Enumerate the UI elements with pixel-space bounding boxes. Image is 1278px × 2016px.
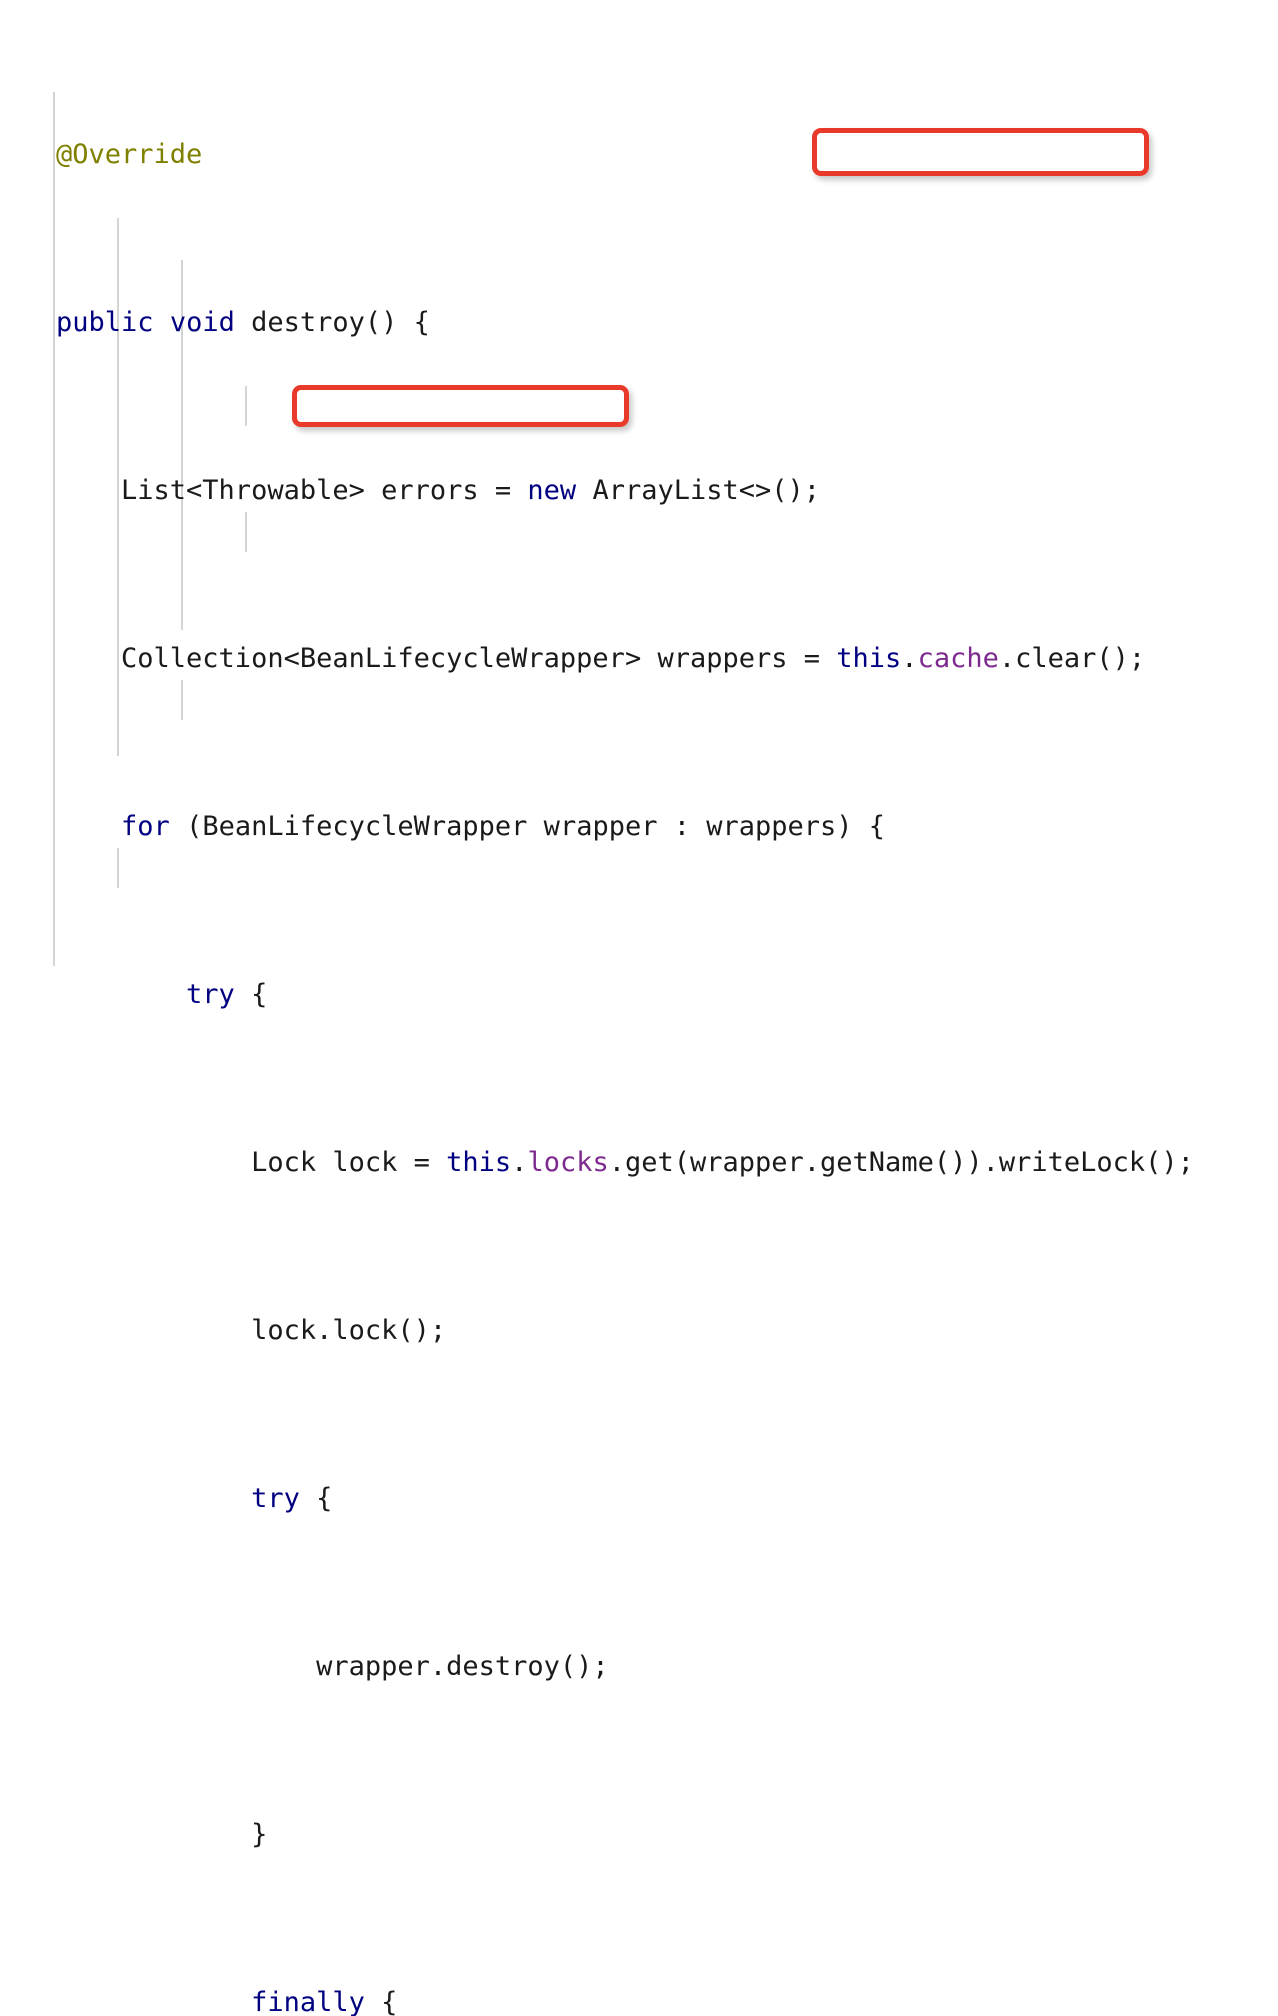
code-line-12: finally { xyxy=(56,1982,1194,2016)
try-outer-brace: { xyxy=(234,979,268,1010)
code-text-block: @Override public void destroy() { List<T… xyxy=(56,8,1194,2016)
keyword-void: void xyxy=(169,307,235,338)
call-clear: .clear(); xyxy=(998,643,1146,674)
keyword-finally: finally xyxy=(251,1987,365,2016)
field-locks: locks xyxy=(527,1147,609,1178)
indent-guide-level-1 xyxy=(53,92,55,966)
code-line-3: List<Throwable> errors = new ArrayList<>… xyxy=(56,470,1194,512)
try-inner-brace: { xyxy=(299,1483,333,1514)
closing-brace-try-inner: } xyxy=(56,1819,268,1850)
code-line-2: public void destroy() { xyxy=(56,302,1194,344)
annotation-override: @Override xyxy=(56,139,203,170)
finally-brace: { xyxy=(364,1987,398,2016)
code-line-4: Collection<BeanLifecycleWrapper> wrapper… xyxy=(56,638,1194,680)
for-loop-header: (BeanLifecycleWrapper wrapper : wrappers… xyxy=(169,811,886,842)
code-line-11: } xyxy=(56,1814,1194,1856)
keyword-try-outer: try xyxy=(186,979,235,1010)
declaration-lock: Lock lock = xyxy=(56,1147,447,1178)
code-editor-surface: @Override public void destroy() { List<T… xyxy=(0,0,1278,2016)
keyword-try-inner: try xyxy=(251,1483,300,1514)
declaration-wrappers: Collection<BeanLifecycleWrapper> wrapper… xyxy=(56,643,837,674)
code-line-8: lock.lock(); xyxy=(56,1310,1194,1352)
keyword-new: new xyxy=(527,475,577,506)
dot-separator: . xyxy=(511,1147,528,1178)
code-line-5: for (BeanLifecycleWrapper wrapper : wrap… xyxy=(56,806,1194,848)
keyword-public: public xyxy=(56,307,154,338)
keyword-this-cache: this xyxy=(836,643,902,674)
code-line-10: wrapper.destroy(); xyxy=(56,1646,1194,1688)
field-cache: cache xyxy=(917,643,999,674)
code-line-1: @Override xyxy=(56,134,1194,176)
code-line-6: try { xyxy=(56,974,1194,1016)
code-line-7: Lock lock = this.locks.get(wrapper.getNa… xyxy=(56,1142,1194,1184)
call-lock-lock: lock.lock(); xyxy=(56,1315,447,1346)
call-wrapper-destroy: wrapper.destroy(); xyxy=(56,1651,609,1682)
code-line-9: try { xyxy=(56,1478,1194,1520)
arraylist-init: ArrayList<>(); xyxy=(576,475,821,506)
keyword-this-locks: this xyxy=(446,1147,512,1178)
declaration-errors: List<Throwable> errors = xyxy=(56,475,528,506)
method-signature-destroy: destroy() { xyxy=(234,307,430,338)
dot-separator: . xyxy=(901,643,918,674)
call-writelock: .get(wrapper.getName()).writeLock(); xyxy=(608,1147,1194,1178)
keyword-for: for xyxy=(121,811,170,842)
